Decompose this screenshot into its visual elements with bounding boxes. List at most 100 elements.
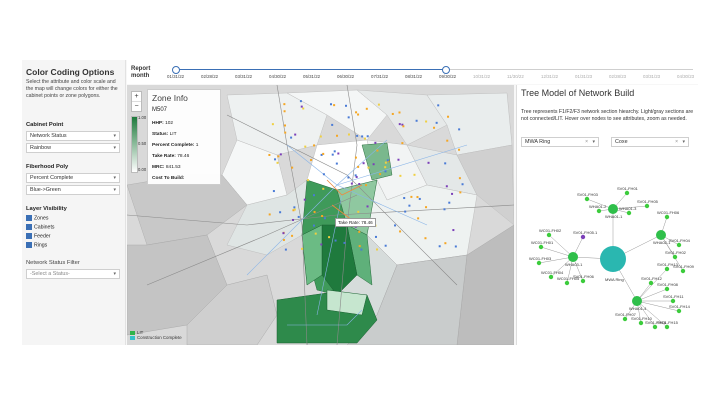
cabinet-point[interactable] [319, 135, 322, 138]
timeline-date[interactable]: 02/28/23 [609, 74, 626, 79]
layer-cabinets-checkbox[interactable]: Cabinets [26, 224, 54, 230]
cabinet-point[interactable] [284, 124, 287, 127]
cabinet-point[interactable] [350, 182, 353, 185]
timeline-end-handle[interactable] [442, 66, 450, 74]
cabinet-point[interactable] [435, 121, 438, 124]
cabinet-point[interactable] [451, 192, 454, 195]
cabinet-point[interactable] [310, 159, 313, 162]
cabinet-point[interactable] [362, 162, 365, 165]
cabinet-point[interactable] [403, 197, 406, 200]
cabinet-point[interactable] [363, 137, 366, 140]
leaf-node[interactable] [672, 254, 678, 260]
cabinet-point[interactable] [297, 215, 300, 218]
cabinet-point[interactable] [358, 183, 361, 186]
cabinet-point[interactable] [377, 103, 380, 106]
leaf-node[interactable] [622, 316, 628, 322]
cabinet-point[interactable] [314, 232, 317, 235]
cabinet-point[interactable] [386, 159, 389, 162]
cabinet-point[interactable] [345, 104, 348, 107]
cabinet-point[interactable] [357, 210, 360, 213]
timeline-date[interactable]: 08/31/22 [405, 74, 422, 79]
cabinet-point[interactable] [331, 123, 334, 126]
cabinet-point[interactable] [446, 139, 449, 142]
layer-rings-checkbox[interactable]: Rings [26, 242, 47, 248]
area-select[interactable]: Coxe × ▾ [611, 137, 689, 147]
cabinet-point[interactable] [328, 236, 331, 239]
cabinet-point[interactable] [356, 134, 359, 137]
cabinet-point[interactable] [292, 218, 295, 221]
network-tree[interactable]: MWA RingWHA01-1WHA03-1WHA02-1WHA01-4SV01… [517, 151, 698, 345]
cabinet-point[interactable] [408, 204, 411, 207]
cabinet-point[interactable] [384, 244, 387, 247]
cabinet-point[interactable] [279, 153, 282, 156]
cabinet-point[interactable] [358, 230, 361, 233]
cabinet-point[interactable] [444, 162, 447, 165]
cabinet-point[interactable] [334, 239, 337, 242]
cabinet-point[interactable] [268, 213, 271, 216]
cabinet-point[interactable] [365, 184, 368, 187]
cabinet-point[interactable] [271, 123, 274, 126]
cabinet-scale-select[interactable]: Rainbow ▾ [26, 143, 120, 153]
leaf-node[interactable] [638, 320, 644, 326]
timeline-date[interactable]: 01/31/23 [575, 74, 592, 79]
cabinet-point[interactable] [394, 224, 397, 227]
cabinet-point[interactable] [272, 190, 275, 193]
zoom-in-button[interactable]: + [132, 92, 141, 102]
cabinet-point[interactable] [425, 120, 428, 123]
cabinet-point[interactable] [444, 242, 447, 245]
leaf-node[interactable] [664, 324, 670, 330]
map-view[interactable]: + − 1.00 0.50 0.00 Zone Info M507 HHP: 1… [127, 85, 514, 345]
leaf-node[interactable] [664, 286, 670, 292]
cabinet-point[interactable] [384, 170, 387, 173]
cabinet-point[interactable] [291, 234, 294, 237]
cabinet-point[interactable] [418, 197, 421, 200]
leaf-node[interactable] [536, 260, 542, 266]
cabinet-point[interactable] [357, 113, 360, 116]
cabinet-point[interactable] [307, 179, 310, 182]
layer-zones-checkbox[interactable]: Zones [26, 215, 48, 221]
leaf-node[interactable] [580, 278, 586, 284]
cabinet-point[interactable] [321, 214, 324, 217]
cabinet-point[interactable] [276, 161, 279, 164]
timeline-date[interactable]: 05/31/22 [303, 74, 320, 79]
cabinet-point[interactable] [397, 158, 400, 161]
leaf-node[interactable] [648, 280, 654, 286]
zoom-out-button[interactable]: − [132, 102, 141, 111]
cabinet-point[interactable] [459, 191, 462, 194]
cabinet-point[interactable] [322, 152, 325, 155]
cabinet-point[interactable] [401, 142, 404, 145]
cabinet-point[interactable] [376, 248, 379, 251]
cabinet-point[interactable] [302, 107, 305, 110]
hub-node[interactable] [632, 296, 642, 306]
cabinet-point[interactable] [347, 133, 350, 136]
ring-select[interactable]: MWA Ring × ▾ [521, 137, 599, 147]
cabinet-point[interactable] [282, 232, 285, 235]
cabinet-point[interactable] [354, 174, 357, 177]
cabinet-point[interactable] [355, 111, 358, 114]
cabinet-point[interactable] [404, 210, 407, 213]
leaf-node[interactable] [676, 242, 682, 248]
cabinet-point[interactable] [366, 135, 369, 138]
leaf-node[interactable] [596, 208, 602, 214]
leaf-node[interactable] [580, 234, 586, 240]
cabinet-point[interactable] [402, 125, 405, 128]
cabinet-point[interactable] [300, 105, 303, 108]
timeline-date[interactable]: 07/31/22 [371, 74, 388, 79]
cabinet-point[interactable] [336, 134, 339, 137]
cabinet-point[interactable] [312, 224, 315, 227]
cabinet-point[interactable] [376, 149, 379, 152]
leaf-node[interactable] [624, 190, 630, 196]
cabinet-point[interactable] [301, 247, 304, 250]
cabinet-point[interactable] [399, 174, 402, 177]
cabinet-point[interactable] [458, 148, 461, 151]
hub-node[interactable] [608, 204, 618, 214]
cabinet-point[interactable] [333, 104, 336, 107]
leaf-node[interactable] [680, 268, 686, 274]
cabinet-point[interactable] [279, 211, 282, 214]
cabinet-point[interactable] [458, 177, 461, 180]
cabinet-point[interactable] [437, 104, 440, 107]
leaf-node[interactable] [538, 244, 544, 250]
cabinet-point[interactable] [323, 217, 326, 220]
cabinet-point[interactable] [283, 110, 286, 113]
cabinet-point[interactable] [313, 210, 316, 213]
